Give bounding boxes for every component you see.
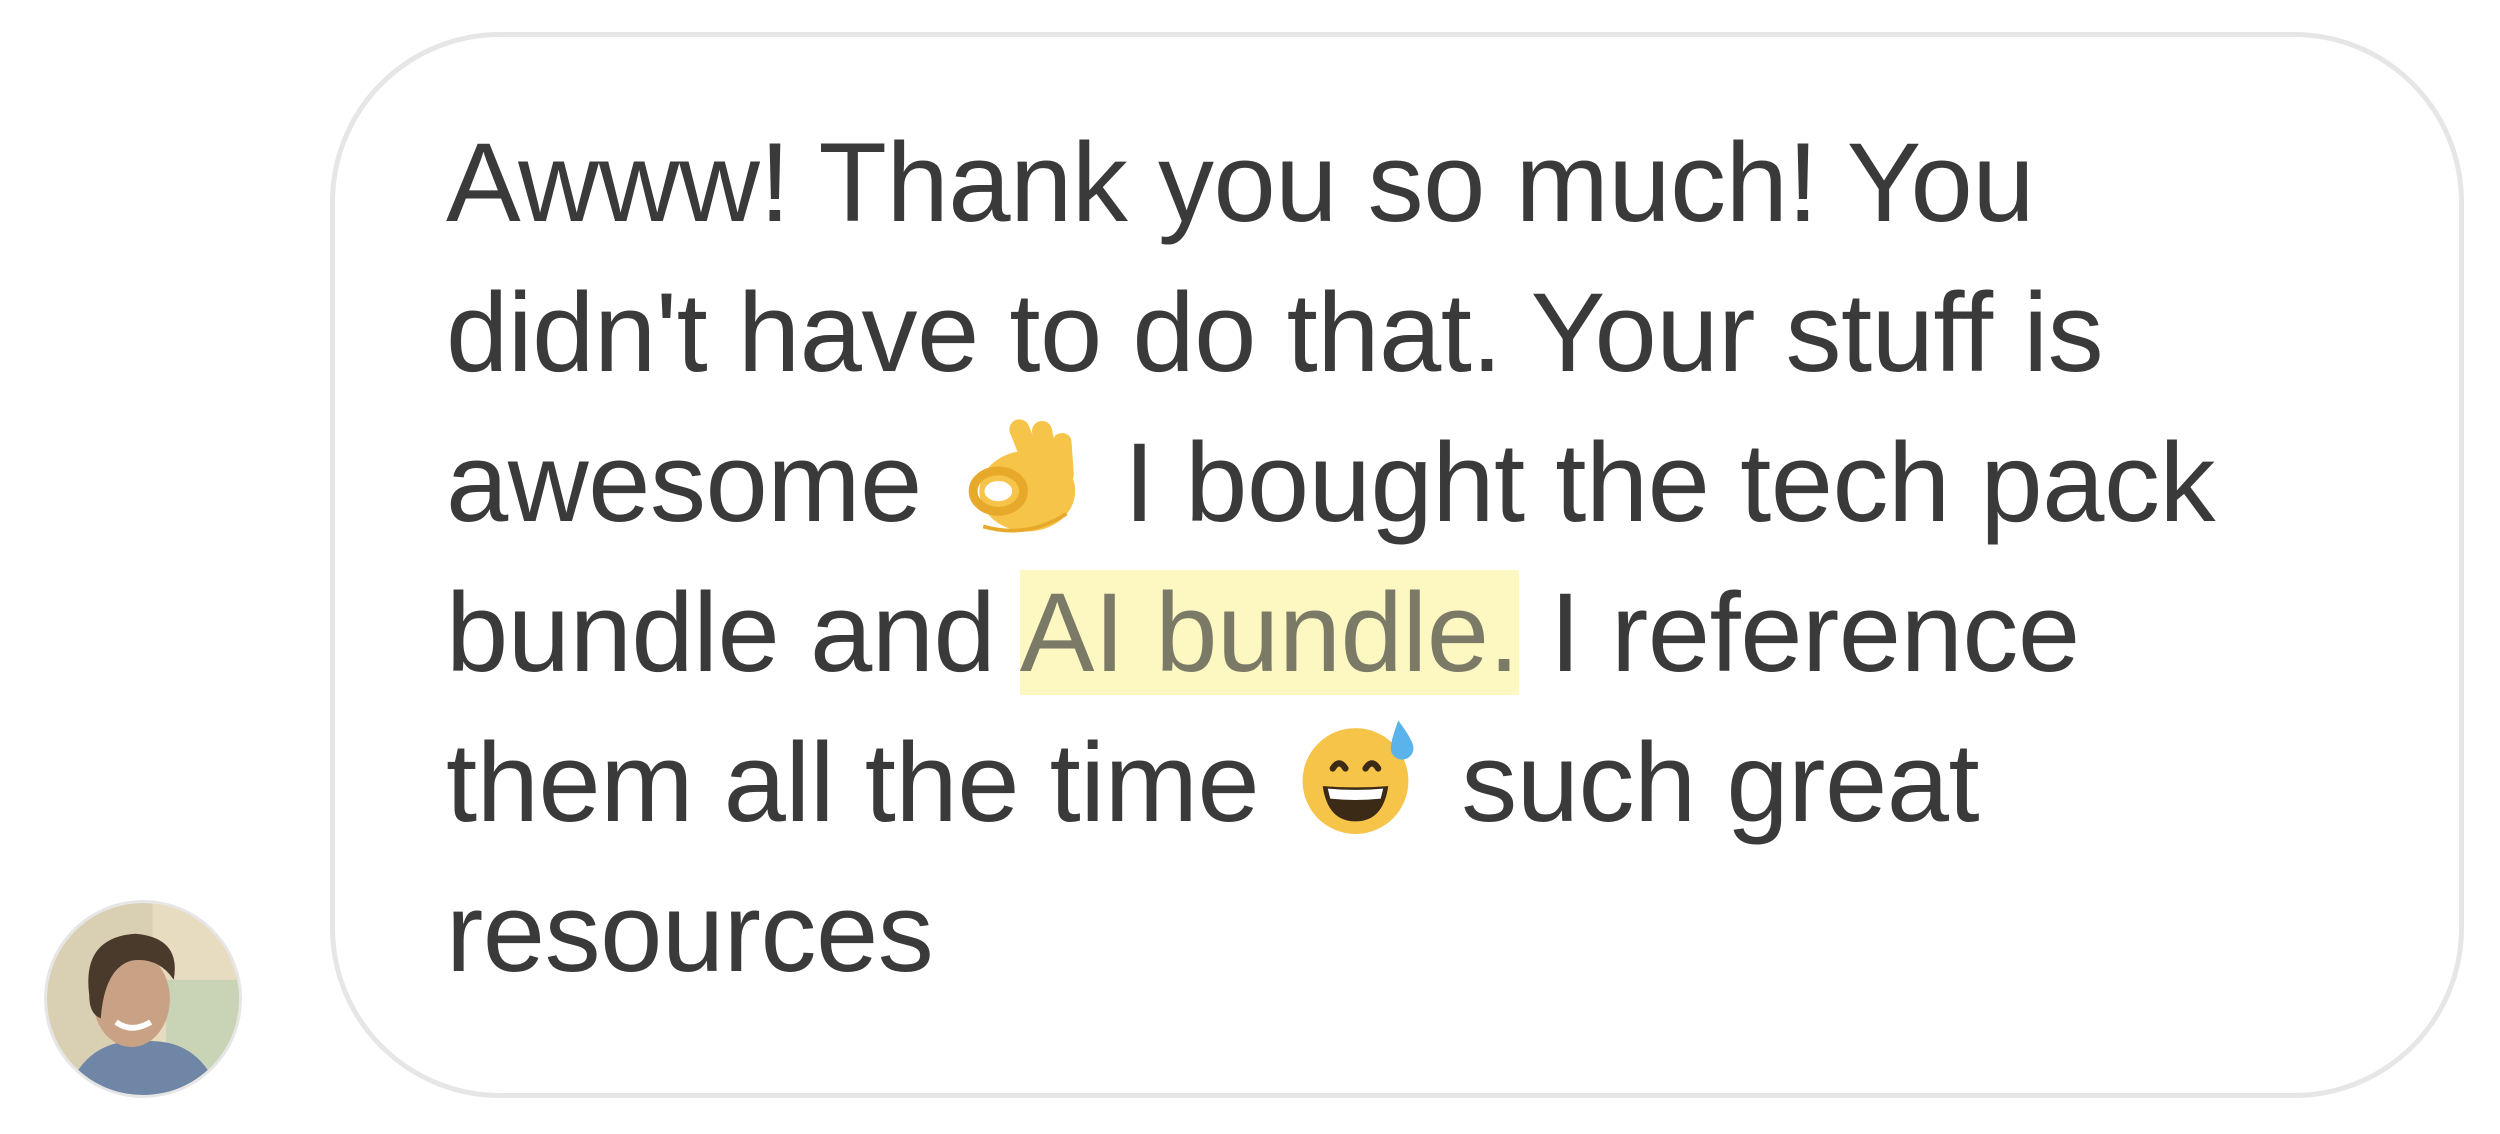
grinning-sweat-icon xyxy=(1295,713,1421,839)
highlighted-text: AI bundle. xyxy=(1019,570,1520,695)
message-fragment: I reference xyxy=(1519,570,2080,695)
ok-hand-icon xyxy=(958,413,1084,539)
message-line: awesome I bought the tech pack xyxy=(446,408,2386,558)
message-fragment: them all the time xyxy=(446,720,1260,845)
sender-avatar[interactable] xyxy=(44,900,242,1098)
message-fragment: such great xyxy=(1461,720,1980,845)
message-line: bundle and AI bundle. I reference xyxy=(446,558,2386,708)
message-fragment: bundle and xyxy=(446,570,1020,695)
message-fragment: I bought the tech pack xyxy=(1123,420,2216,545)
message-line: resources xyxy=(446,870,934,995)
message-fragment: awesome xyxy=(446,420,922,545)
message-line: didn't have to do that. Your stuff is xyxy=(446,270,2104,395)
avatar-photo xyxy=(47,903,239,1095)
message-line: Awww! Thank you so much! You xyxy=(446,120,2035,245)
message-card: Awww! Thank you so much! You didn't have… xyxy=(0,0,2500,1134)
message-text: Awww! Thank you so much! You didn't have… xyxy=(446,108,2386,1008)
message-line: them all the time such great xyxy=(446,708,2386,858)
